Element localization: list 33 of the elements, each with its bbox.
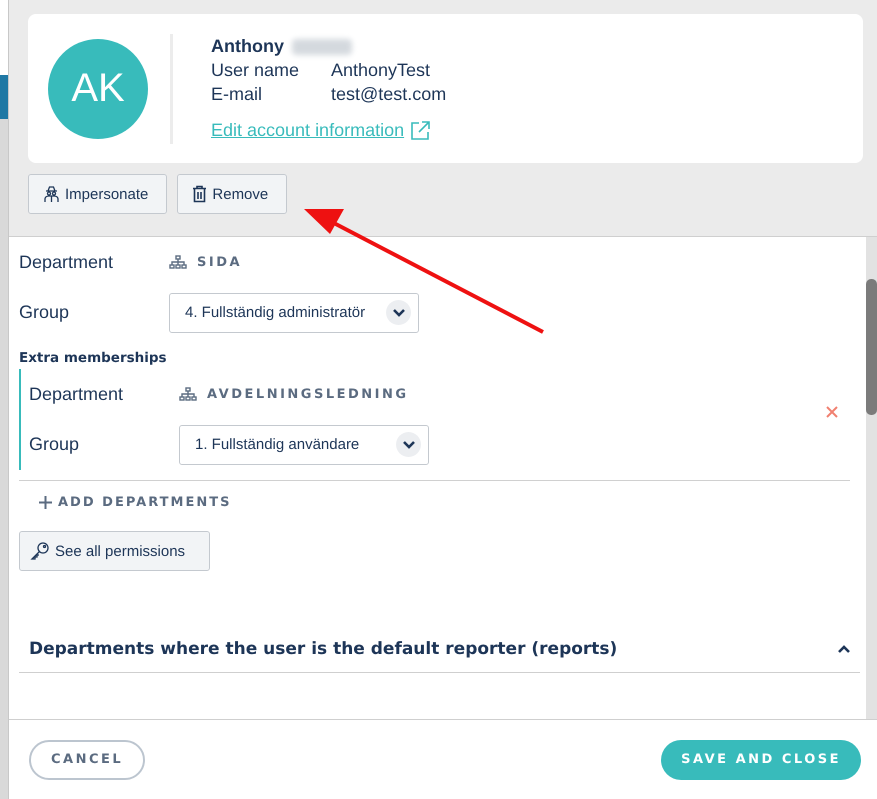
field-label: Group xyxy=(19,302,70,323)
section-header[interactable]: Departments where the user is the default reporter (reports) xyxy=(19,626,860,673)
cancel-button[interactable]: CANCEL xyxy=(29,740,146,780)
close-icon[interactable] xyxy=(826,406,838,418)
permissions-button[interactable]: See all permissions xyxy=(19,531,210,571)
chevron-up-icon xyxy=(838,645,850,653)
trash-icon xyxy=(192,185,208,203)
section-subtitle: Extra memberships xyxy=(19,350,168,366)
spy-icon xyxy=(43,185,60,203)
add-departments-button[interactable]: ADD DEPARTMENTS xyxy=(39,495,232,510)
avatar: AK xyxy=(48,38,148,138)
hierarchy-icon xyxy=(179,386,197,402)
chevron-down-icon xyxy=(386,300,411,325)
field-label: Group xyxy=(29,434,80,455)
field-label: User name xyxy=(211,60,300,81)
hierarchy-icon xyxy=(169,254,187,270)
key-icon xyxy=(30,542,50,560)
group-select[interactable]: 4. Fullständig administratör xyxy=(169,292,419,332)
group-select[interactable]: 1. Fullständig användare xyxy=(179,424,429,464)
user-name: Anthony xyxy=(211,36,284,57)
field-label: Department xyxy=(19,252,114,272)
department-name: SIDA xyxy=(197,254,242,270)
impersonate-button[interactable]: Impersonate xyxy=(28,174,168,214)
field-value: AnthonyTest xyxy=(331,60,430,81)
remove-button[interactable]: Remove xyxy=(177,174,288,214)
chevron-down-icon xyxy=(396,432,421,457)
field-value: test@test.com xyxy=(331,84,446,105)
plus-icon xyxy=(39,496,52,509)
external-link-icon xyxy=(410,120,430,140)
department-name: AVDELNINGSLEDNING xyxy=(207,386,409,402)
field-label: E-mail xyxy=(211,84,264,105)
scrollbar-thumb[interactable] xyxy=(866,279,877,415)
field-label: Department xyxy=(29,384,124,404)
